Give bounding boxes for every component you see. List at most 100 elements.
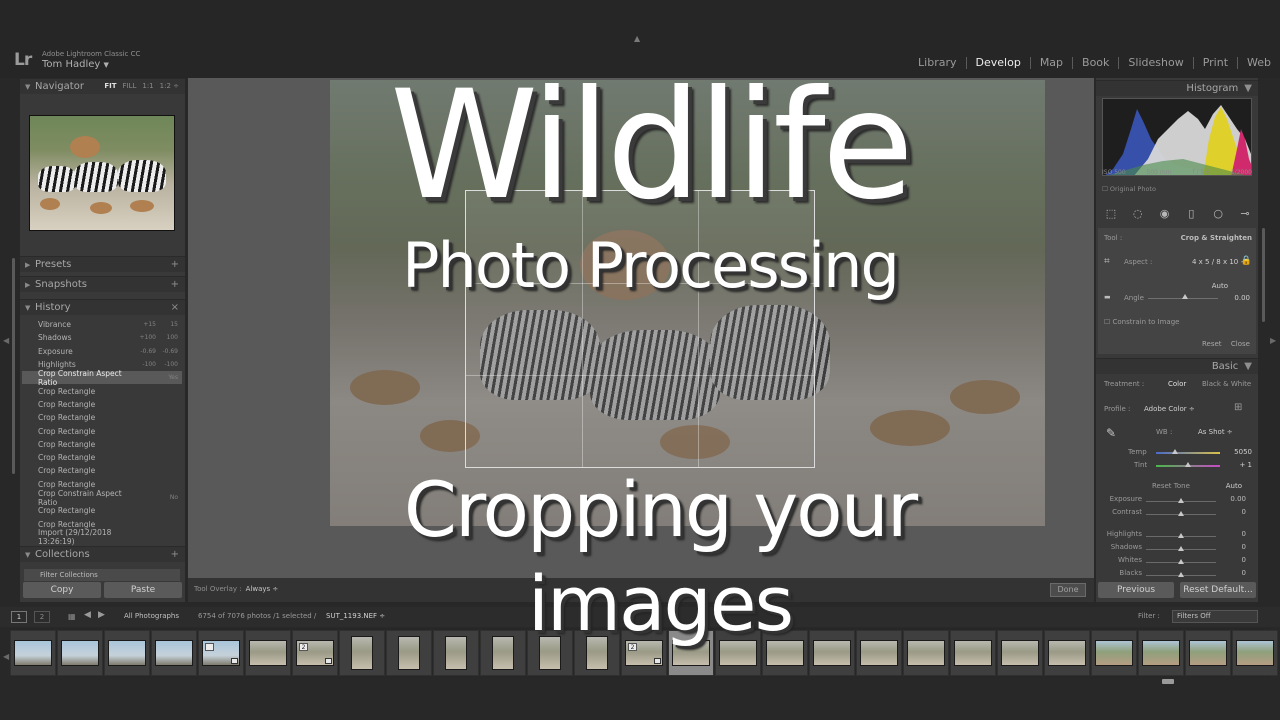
adjustment-brush-icon[interactable]: ⊸: [1238, 208, 1252, 220]
filmstrip-thumbnail[interactable]: [151, 630, 197, 676]
aspect-dropdown[interactable]: 4 x 5 / 8 x 10 ÷: [1192, 258, 1246, 266]
tone-slider-thumb[interactable]: [1178, 511, 1184, 516]
angle-slider-thumb[interactable]: [1182, 294, 1188, 299]
history-item[interactable]: Crop Rectangle: [22, 398, 182, 411]
filmstrip-thumbnail[interactable]: [997, 630, 1043, 676]
left-panel-toggle-icon[interactable]: ◀: [3, 336, 9, 345]
history-item[interactable]: Import (29/12/2018 13:26:19): [22, 528, 182, 546]
crop-close-button[interactable]: Close: [1231, 340, 1250, 348]
presets-header[interactable]: ▶ Presets +: [20, 256, 185, 272]
zoom-fill[interactable]: FILL: [122, 82, 136, 90]
zoom-fit[interactable]: FIT: [104, 82, 116, 90]
copy-settings-button[interactable]: Copy: [23, 582, 101, 598]
module-develop[interactable]: Develop: [967, 56, 1030, 69]
tone-slider-value[interactable]: 0: [1242, 556, 1246, 564]
history-item[interactable]: Crop Rectangle: [22, 411, 182, 424]
module-web[interactable]: Web: [1238, 56, 1280, 69]
radial-filter-icon[interactable]: ○: [1211, 208, 1225, 220]
auto-tone-button[interactable]: Auto: [1226, 482, 1242, 490]
filmstrip-thumbnail[interactable]: [903, 630, 949, 676]
original-photo-checkbox[interactable]: ☐ Original Photo: [1102, 185, 1156, 193]
lock-icon[interactable]: 🔒: [1241, 256, 1252, 266]
filmstrip-thumbnail[interactable]: [10, 630, 56, 676]
red-eye-icon[interactable]: ◉: [1158, 208, 1172, 220]
tone-slider-value[interactable]: 0: [1242, 508, 1246, 516]
clear-history-icon[interactable]: ×: [171, 302, 179, 313]
history-item[interactable]: Crop Rectangle: [22, 438, 182, 451]
add-collection-icon[interactable]: +: [171, 549, 179, 560]
histogram-header[interactable]: Histogram ▼: [1096, 80, 1258, 96]
filmstrip-thumbnail[interactable]: [1232, 630, 1278, 676]
profile-dropdown[interactable]: Adobe Color ÷: [1144, 405, 1195, 413]
previous-button[interactable]: Previous: [1098, 582, 1174, 598]
crop-reset-button[interactable]: Reset: [1202, 340, 1222, 348]
basic-header[interactable]: Basic ▼: [1096, 358, 1258, 374]
history-item[interactable]: Crop Constrain Aspect Ratio Yes: [22, 369, 182, 387]
navigator-preview[interactable]: [29, 115, 175, 231]
history-item[interactable]: Crop Rectangle: [22, 464, 182, 477]
crop-frame-icon[interactable]: ⌗: [1104, 256, 1110, 267]
wb-dropdown[interactable]: As Shot ÷: [1198, 428, 1233, 436]
graduated-filter-icon[interactable]: ▯: [1184, 208, 1198, 220]
tone-slider-thumb[interactable]: [1178, 498, 1184, 503]
profile-browser-icon[interactable]: ⊞: [1234, 402, 1242, 413]
zoom-1-1[interactable]: 1:1: [142, 82, 153, 90]
filmstrip-thumbnail[interactable]: [950, 630, 996, 676]
wb-eyedropper-icon[interactable]: ✎: [1106, 426, 1116, 440]
module-book[interactable]: Book: [1073, 56, 1118, 69]
treatment-bw[interactable]: Black & White: [1202, 380, 1251, 388]
right-panel-scrollbar[interactable]: [1262, 228, 1265, 322]
right-panel-toggle-icon[interactable]: ▶: [1270, 336, 1276, 345]
collections-header[interactable]: ▼ Collections +: [20, 546, 185, 562]
filmstrip-thumbnail[interactable]: [104, 630, 150, 676]
temp-slider-thumb[interactable]: [1172, 449, 1178, 454]
filmstrip-thumbnail[interactable]: [1044, 630, 1090, 676]
tint-slider-thumb[interactable]: [1185, 462, 1191, 467]
module-slideshow[interactable]: Slideshow: [1119, 56, 1192, 69]
module-map[interactable]: Map: [1031, 56, 1072, 69]
second-screen-button[interactable]: 2: [34, 611, 50, 623]
zoom-1-2[interactable]: 1:2 ÷: [160, 82, 179, 90]
tool-overlay-value[interactable]: Always ÷: [246, 585, 279, 593]
left-panel-scrollbar[interactable]: [12, 258, 15, 474]
straighten-tool-icon[interactable]: ▬: [1104, 293, 1111, 301]
tone-slider-value[interactable]: 0: [1242, 569, 1246, 577]
reset-default-button[interactable]: Reset Default...: [1180, 582, 1256, 598]
snapshots-header[interactable]: ▶ Snapshots +: [20, 276, 185, 292]
done-button[interactable]: Done: [1050, 583, 1086, 597]
tone-slider-thumb[interactable]: [1178, 546, 1184, 551]
add-preset-icon[interactable]: +: [171, 259, 179, 270]
main-screen-button[interactable]: 1: [11, 611, 27, 623]
auto-straighten-button[interactable]: Auto: [1212, 282, 1228, 290]
history-item[interactable]: Exposure -0.69 -0.69: [22, 345, 182, 358]
history-item[interactable]: Crop Rectangle: [22, 451, 182, 464]
filmstrip-thumbnail[interactable]: [198, 630, 244, 676]
temp-value[interactable]: 5050: [1234, 448, 1252, 456]
forward-arrow-icon[interactable]: ▶: [98, 610, 105, 620]
tone-slider-thumb[interactable]: [1178, 533, 1184, 538]
filmstrip-thumbnail[interactable]: [1091, 630, 1137, 676]
tint-value[interactable]: + 1: [1239, 461, 1252, 469]
filmstrip-scrollbar[interactable]: [1162, 679, 1174, 684]
tone-slider-thumb[interactable]: [1178, 559, 1184, 564]
filmstrip-thumbnail[interactable]: [339, 630, 385, 676]
history-item[interactable]: Crop Constrain Aspect Ratio No: [22, 489, 182, 507]
treatment-color[interactable]: Color: [1168, 380, 1186, 388]
paste-settings-button[interactable]: Paste: [104, 582, 182, 598]
add-snapshot-icon[interactable]: +: [171, 279, 179, 290]
tone-slider-value[interactable]: 0.00: [1230, 495, 1246, 503]
filmstrip-thumbnail[interactable]: [1138, 630, 1184, 676]
tone-slider-thumb[interactable]: [1178, 572, 1184, 577]
constrain-checkbox[interactable]: ☐ Constrain to Image: [1104, 318, 1179, 326]
histogram-graph[interactable]: [1102, 98, 1252, 176]
temp-slider-track[interactable]: [1156, 452, 1220, 454]
filmstrip-thumbnail[interactable]: [1185, 630, 1231, 676]
grid-view-icon[interactable]: ▦: [68, 612, 76, 621]
history-item[interactable]: Vibrance +15 15: [22, 318, 182, 331]
back-arrow-icon[interactable]: ◀: [84, 610, 91, 620]
identity-plate[interactable]: Tom Hadley ▼: [42, 59, 109, 70]
history-item[interactable]: Crop Rectangle: [22, 424, 182, 437]
filmstrip-thumbnail[interactable]: [245, 630, 291, 676]
angle-value[interactable]: 0.00: [1234, 294, 1250, 302]
spot-removal-icon[interactable]: ◌: [1131, 208, 1145, 220]
